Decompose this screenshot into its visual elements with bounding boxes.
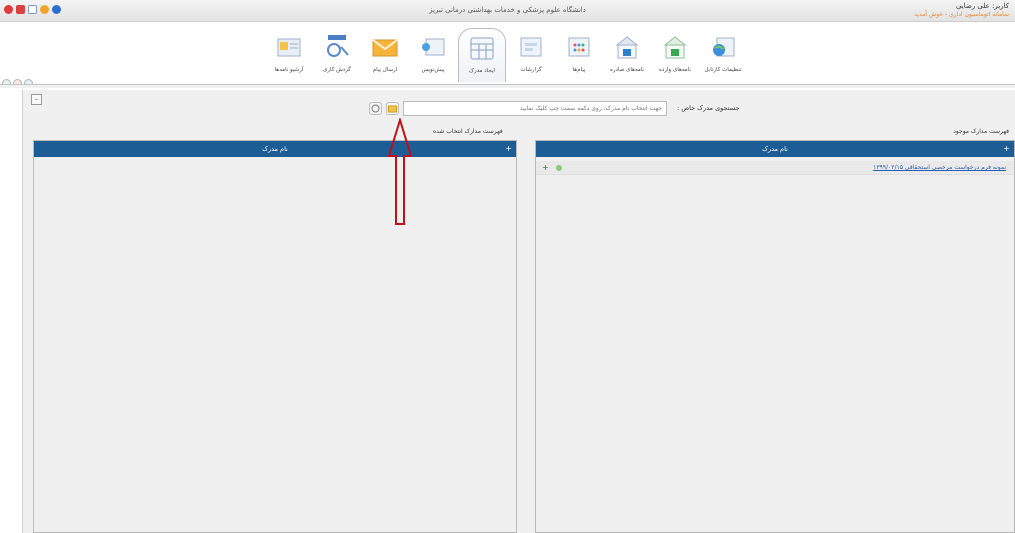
tray-in-icon xyxy=(660,32,690,62)
document-search-row: جستجوی مدرک خاص : xyxy=(369,100,740,116)
selected-documents-panel: نام مدرک + xyxy=(33,140,517,533)
left-panel-header-label: نام مدرک xyxy=(262,145,288,153)
ribbon-send-message[interactable]: ارسال پیام xyxy=(362,28,408,82)
window-title: دانشگاه علوم پزشکی و خدمات بهداشتی درمان… xyxy=(429,6,586,14)
document-icon xyxy=(555,164,562,171)
document-search-input[interactable] xyxy=(403,100,667,116)
globe-settings-icon xyxy=(708,32,738,62)
ribbon-label: پیش‌نویس xyxy=(421,67,445,73)
tray-out-icon xyxy=(612,32,642,62)
ribbon-label: گزارشات xyxy=(520,67,542,73)
ribbon-label: گردش کاری xyxy=(323,67,351,73)
ribbon-label: نامه‌های صادره xyxy=(609,67,645,73)
folder-icon xyxy=(388,105,397,112)
expand-icon[interactable]: + xyxy=(1003,141,1010,157)
draft-icon xyxy=(418,32,448,62)
clear-search-button[interactable] xyxy=(369,101,382,115)
title-bar: دانشگاه علوم پزشکی و خدمات بهداشتی درمان… xyxy=(0,0,1015,22)
ribbon-label: نامه‌های وارده xyxy=(659,67,691,73)
ribbon-outgoing-letters[interactable]: نامه‌های صادره xyxy=(604,28,650,82)
expand-row-icon[interactable]: + xyxy=(542,163,549,172)
left-panel-caption: فهرست مدارک انتخاب شده xyxy=(433,128,503,135)
ribbon-draft[interactable]: پیش‌نویس xyxy=(410,28,456,82)
workflow-icon xyxy=(322,32,352,62)
row-icons: + xyxy=(542,163,563,172)
ribbon-toolbar: آرشیو نامه‌ها گردش کاری ارسال پیام پیش‌ن… xyxy=(0,22,1015,84)
select-document-button[interactable] xyxy=(386,101,399,115)
user-info: سامانه اتوماسیون اداری - خوش آمدید xyxy=(914,11,1009,18)
ribbon-create-document[interactable]: ایجاد مدرک xyxy=(458,28,506,82)
ribbon-label: تنظیمات کارتابل xyxy=(704,67,742,73)
envelope-icon xyxy=(370,32,400,62)
archive-icon xyxy=(274,32,304,62)
document-search-label: جستجوی مدرک خاص : xyxy=(677,104,740,112)
document-table-icon xyxy=(467,33,497,63)
right-panel-caption: فهرست مدارک موجود xyxy=(953,128,1009,135)
right-panel-header-label: نام مدرک xyxy=(762,145,788,153)
ribbon-divider xyxy=(0,84,1015,88)
ribbon-cartable-settings[interactable]: تنظیمات کارتابل xyxy=(700,28,746,82)
report-icon xyxy=(516,32,546,62)
ribbon-label: پیام‌ها xyxy=(572,67,586,73)
ribbon-label: ارسال پیام xyxy=(372,67,398,73)
ribbon-reports[interactable]: گزارشات xyxy=(508,28,554,82)
messages-icon xyxy=(564,32,594,62)
ribbon-label: ایجاد مدرک xyxy=(469,68,495,74)
user-name: کاربر: علی رضایی xyxy=(955,2,1009,10)
right-panel-body: + نمونه فرم درخواست مرخصی استحقاقی ۱۳۹۹/… xyxy=(536,157,1014,532)
red-arrow-annotation xyxy=(387,118,413,225)
clear-icon xyxy=(371,104,380,112)
ribbon-items: آرشیو نامه‌ها گردش کاری ارسال پیام پیش‌ن… xyxy=(266,28,766,84)
user-block: کاربر: علی رضایی سامانه اتوماسیون اداری … xyxy=(914,2,1009,18)
left-panel-header[interactable]: نام مدرک + xyxy=(34,141,516,157)
document-link[interactable]: نمونه فرم درخواست مرخصی استحقاقی ۱۳۹۹/۰۲… xyxy=(873,164,1006,171)
ribbon-archive[interactable]: آرشیو نامه‌ها xyxy=(266,28,312,82)
left-panel-body xyxy=(34,157,516,532)
ribbon-messages[interactable]: پیام‌ها xyxy=(556,28,602,82)
available-documents-panel: نام مدرک + + نمونه فرم درخواست مرخصی است… xyxy=(535,140,1015,533)
ribbon-label: آرشیو نامه‌ها xyxy=(274,67,304,73)
ribbon-incoming-letters[interactable]: نامه‌های وارده xyxy=(652,28,698,82)
table-row[interactable]: + نمونه فرم درخواست مرخصی استحقاقی ۱۳۹۹/… xyxy=(536,161,1014,175)
collapse-button[interactable]: – xyxy=(31,94,42,105)
right-panel-header[interactable]: نام مدرک + xyxy=(536,141,1014,157)
workspace: – جستجوی مدرک خاص : فهرست مدارک انتخاب ش… xyxy=(22,90,1015,533)
expand-icon[interactable]: + xyxy=(505,141,512,157)
ribbon-workflow[interactable]: گردش کاری xyxy=(314,28,360,82)
